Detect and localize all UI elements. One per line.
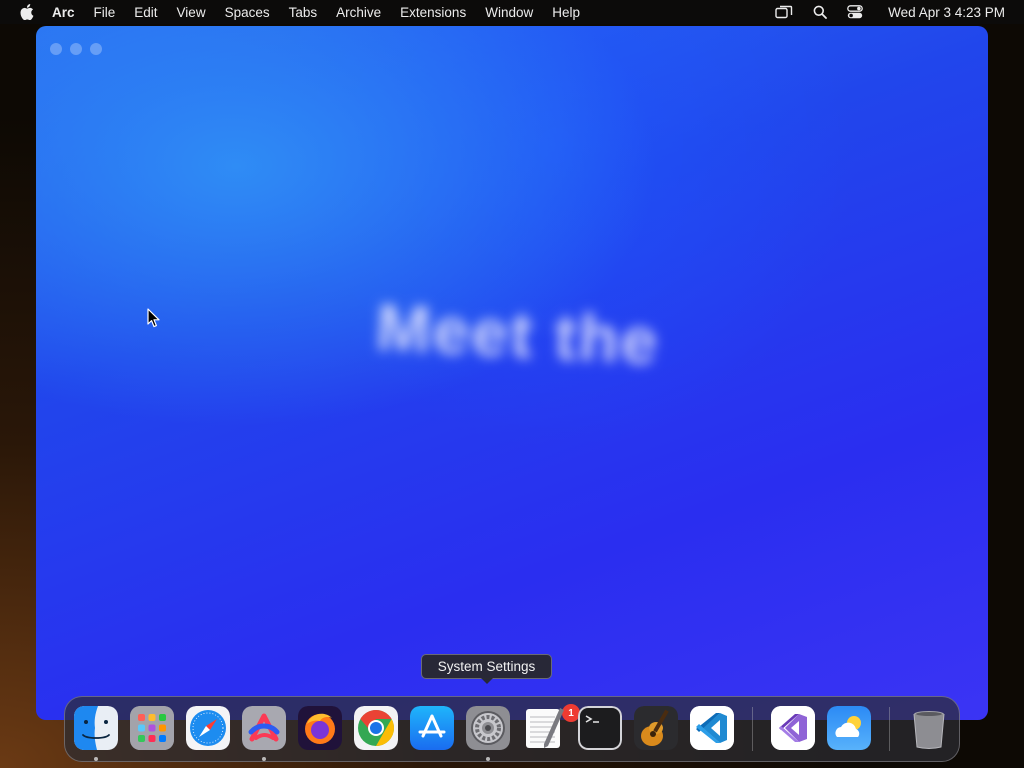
vscode-icon[interactable] bbox=[690, 706, 734, 750]
finder-icon[interactable] bbox=[74, 706, 118, 750]
close-window-button[interactable] bbox=[50, 43, 62, 55]
menu-archive[interactable]: Archive bbox=[336, 5, 381, 20]
menu-help[interactable]: Help bbox=[552, 5, 580, 20]
menu-tabs[interactable]: Tabs bbox=[289, 5, 318, 20]
chrome-icon[interactable] bbox=[354, 706, 398, 750]
safari-icon[interactable] bbox=[186, 706, 230, 750]
launchpad-icon[interactable] bbox=[130, 706, 174, 750]
menu-edit[interactable]: Edit bbox=[134, 5, 157, 20]
mouse-cursor-icon bbox=[147, 308, 161, 334]
menu-extensions[interactable]: Extensions bbox=[400, 5, 466, 20]
terminal-icon[interactable] bbox=[578, 706, 622, 750]
garageband-icon[interactable] bbox=[634, 706, 678, 750]
visual-studio-icon[interactable] bbox=[771, 706, 815, 750]
menu-file[interactable]: File bbox=[94, 5, 116, 20]
system-settings-running-indicator bbox=[486, 757, 490, 761]
spotlight-search-icon[interactable] bbox=[813, 5, 828, 19]
zoom-window-button[interactable] bbox=[90, 43, 102, 55]
menu-bar-status-area: Wed Apr 3 4:23 PM bbox=[755, 0, 1005, 24]
app-store-icon[interactable] bbox=[410, 706, 454, 750]
dock: 1 bbox=[64, 696, 960, 762]
dock-tooltip: System Settings bbox=[421, 654, 552, 684]
apple-menu-icon[interactable] bbox=[18, 4, 34, 20]
dock-separator bbox=[889, 707, 890, 751]
menu-window[interactable]: Window bbox=[485, 5, 533, 20]
dock-separator bbox=[752, 707, 753, 751]
menu-bar-clock[interactable]: Wed Apr 3 4:23 PM bbox=[888, 5, 1005, 20]
arc-running-indicator bbox=[262, 757, 266, 761]
system-settings-icon[interactable] bbox=[466, 706, 510, 750]
finder-running-indicator bbox=[94, 757, 98, 761]
menu-bar: Arc File Edit View Spaces Tabs Archive E… bbox=[0, 0, 1024, 24]
weather-icon[interactable] bbox=[827, 706, 871, 750]
firefox-icon[interactable] bbox=[298, 706, 342, 750]
menu-app-name[interactable]: Arc bbox=[52, 5, 75, 20]
window-controls bbox=[50, 43, 110, 55]
trash-icon[interactable] bbox=[907, 706, 951, 750]
arc-browser-window[interactable]: Meet the bbox=[36, 26, 988, 720]
menu-view[interactable]: View bbox=[177, 5, 206, 20]
menu-spaces[interactable]: Spaces bbox=[225, 5, 270, 20]
textedit-icon[interactable] bbox=[522, 706, 566, 750]
control-center-icon[interactable] bbox=[847, 5, 864, 19]
screen-mirroring-icon[interactable] bbox=[775, 5, 793, 19]
minimize-window-button[interactable] bbox=[70, 43, 82, 55]
hero-heading: Meet the bbox=[374, 289, 662, 379]
arc-icon[interactable] bbox=[242, 706, 286, 750]
